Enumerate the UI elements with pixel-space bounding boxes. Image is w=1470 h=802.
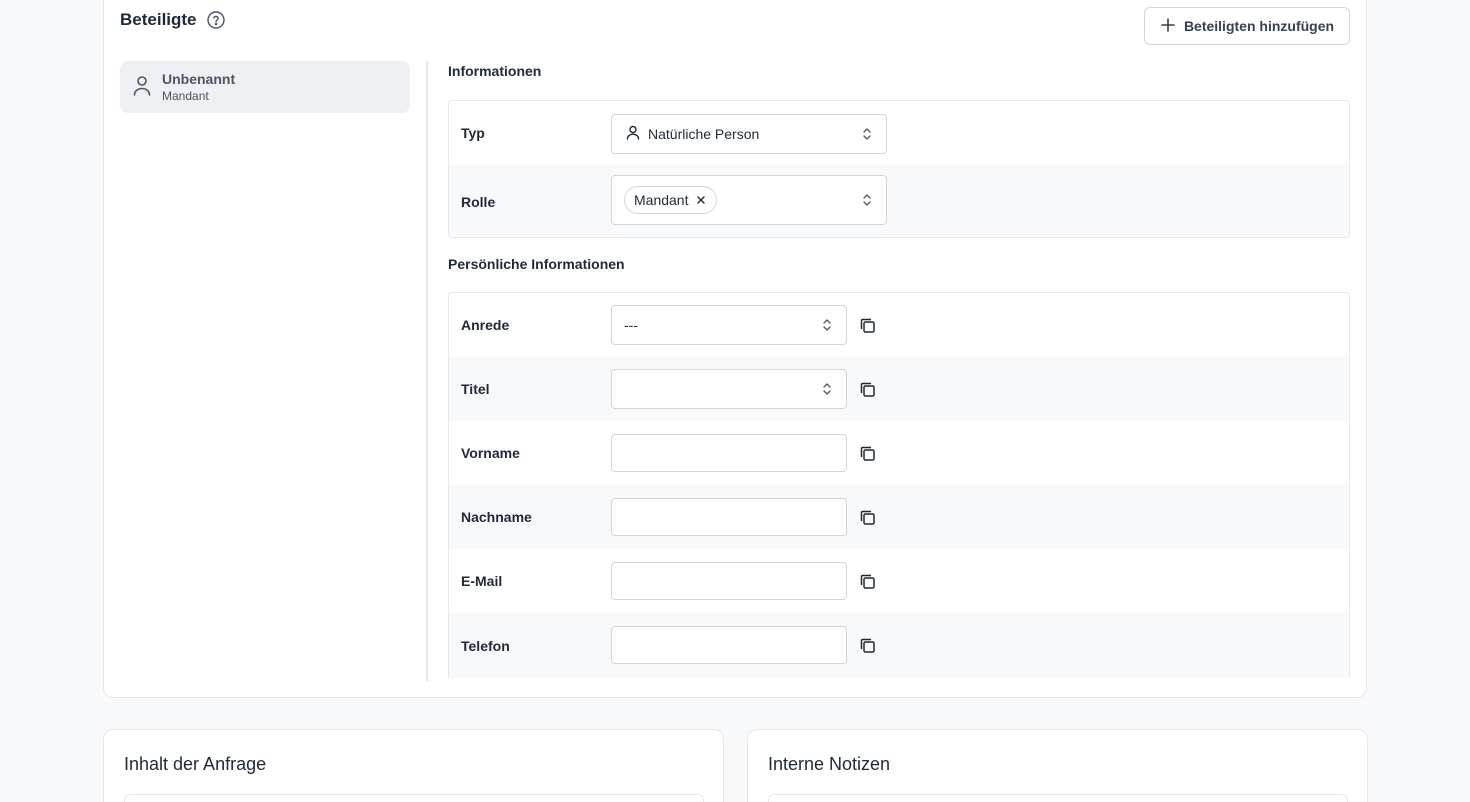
email-row: E-Mail [449,549,1349,613]
phone-label: Telefon [461,638,510,654]
copy-icon[interactable] [858,572,876,590]
x-icon[interactable] [696,192,706,208]
add-party-button[interactable]: Beteiligten hinzufügen [1144,7,1350,45]
personal-heading: Persönliche Informationen [448,256,625,272]
email-input[interactable] [611,562,847,600]
chevron-up-down-icon [862,127,872,141]
lastname-row: Nachname [449,485,1349,549]
internal-notes-card: Interne Notizen [747,729,1368,802]
salutation-select[interactable]: --- [611,305,847,345]
lastname-label: Nachname [461,509,532,525]
request-content-editor[interactable] [124,794,704,802]
email-label: E-Mail [461,573,503,589]
party-name: Unbenannt [162,71,236,87]
role-row: Rolle Mandant [449,165,1349,237]
request-content-card: Inhalt der Anfrage [103,729,724,802]
copy-icon[interactable] [858,316,876,334]
request-content-title: Inhalt der Anfrage [124,754,267,774]
copy-icon[interactable] [858,380,876,398]
personal-form: Anrede --- Titel Vorname Nachname E-Mail… [448,292,1350,678]
chevron-up-down-icon [822,382,832,396]
internal-notes-title: Interne Notizen [768,754,891,774]
information-form: Typ Natürliche Person Rolle Mandant [448,100,1350,238]
salutation-label: Anrede [461,317,510,333]
user-icon [626,125,640,143]
type-label: Typ [461,125,485,141]
type-row: Typ Natürliche Person [449,101,1349,165]
vertical-divider [426,61,428,681]
party-text: Unbenannt Mandant [162,71,235,103]
phone-input[interactable] [611,626,847,664]
party-role: Mandant [162,89,209,103]
add-party-button-label: Beteiligten hinzufügen [1183,18,1335,34]
copy-icon[interactable] [858,508,876,526]
parties-title: Beteiligte [120,10,197,29]
role-select[interactable]: Mandant [611,175,887,225]
title-label: Titel [461,381,490,397]
firstname-label: Vorname [461,445,520,461]
information-heading: Informationen [448,63,542,79]
parties-section-title: Beteiligte [120,10,225,30]
title-select[interactable] [611,369,847,409]
chevron-up-down-icon [862,193,872,207]
firstname-input[interactable] [611,434,847,472]
salutation-select-value: --- [624,317,638,333]
party-list-item[interactable]: Unbenannt Mandant [120,61,410,113]
copy-icon[interactable] [858,636,876,654]
firstname-row: Vorname [449,421,1349,485]
phone-row: Telefon [449,613,1349,678]
internal-notes-editor[interactable] [768,794,1348,802]
role-chip-label: Mandant [634,192,689,208]
type-select-value: Natürliche Person [648,126,760,142]
help-circle-icon[interactable] [206,11,225,29]
type-select[interactable]: Natürliche Person [611,114,887,154]
role-label: Rolle [461,194,496,210]
plus-icon [1160,17,1176,36]
lastname-input[interactable] [611,498,847,536]
title-row: Titel [449,357,1349,421]
salutation-row: Anrede --- [449,293,1349,357]
chevron-up-down-icon [822,318,832,332]
role-chip: Mandant [624,186,718,214]
user-icon [132,74,152,101]
copy-icon[interactable] [858,444,876,462]
